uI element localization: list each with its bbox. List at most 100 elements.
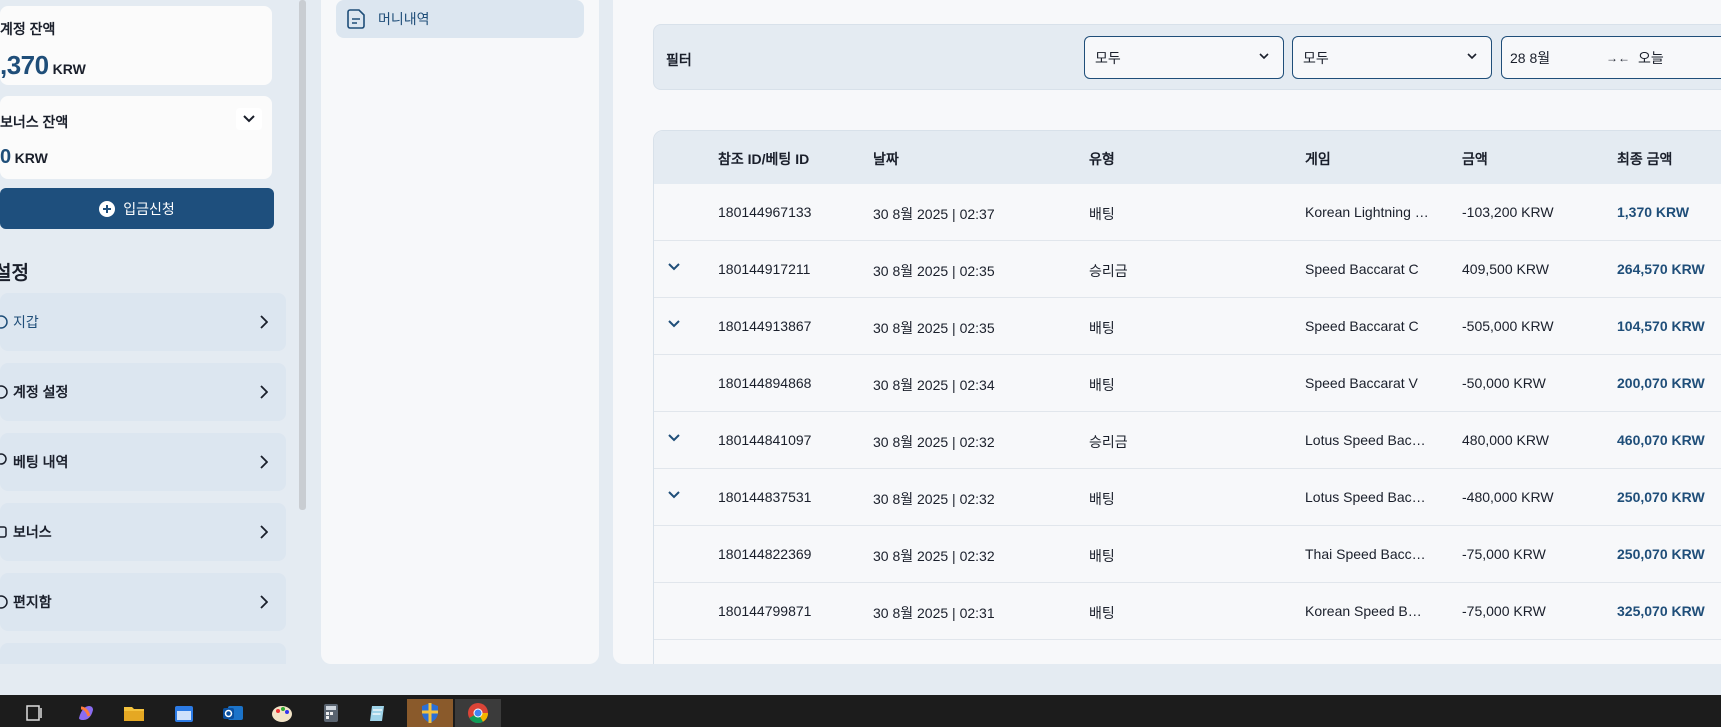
cell-final-amount: 250,070 KRW: [1617, 489, 1705, 505]
calculator-icon[interactable]: [308, 699, 354, 727]
cell-date: 30 8월 2025 | 02:32: [873, 434, 995, 450]
sidebar-item-bonus[interactable]: 보너스: [0, 503, 286, 561]
chrome-icon[interactable]: [455, 699, 501, 727]
sidebar-item-account-settings[interactable]: 계정 설정: [0, 363, 286, 421]
task-view-icon[interactable]: [12, 699, 58, 727]
table-row[interactable]: 180144967133 30 8월 2025 | 02:37 배팅 Korean L…: [654, 184, 1721, 241]
filter-bar: 필터 모두 모두 28 8월 →← 오늘: [653, 24, 1721, 90]
document-icon: [347, 9, 365, 29]
cell-final-amount: 250,070 KRW: [1617, 546, 1705, 562]
cell-final-amount: 1,370 KRW: [1617, 204, 1690, 220]
cell-amount: -505,000 KRW: [1462, 318, 1554, 334]
account-sidebar: 계정 잔액 ,370 KRW 보너스 잔액 0 KRW 입금신청 설정 지갑 계정 …: [0, 0, 286, 664]
money-history-item[interactable]: 머니내역: [336, 0, 584, 38]
table-row[interactable]: 180144913867 30 8월 2025 | 02:35 배팅 Speed Ba…: [654, 298, 1721, 355]
date-range-picker[interactable]: 28 8월 →← 오늘: [1501, 36, 1721, 79]
cell-amount: -480,000 KRW: [1462, 489, 1554, 505]
sidebar-scrollbar[interactable]: [299, 0, 306, 510]
notepad-icon[interactable]: [355, 699, 401, 727]
cell-type: 배팅: [1089, 605, 1115, 621]
filter-select-1[interactable]: 모두: [1084, 36, 1284, 79]
header-game: 게임: [1305, 151, 1331, 167]
cell-ref-id: 180144894868: [718, 375, 812, 391]
balance-value: ,370: [0, 50, 49, 80]
sidebar-item-inbox[interactable]: 편지함: [0, 573, 286, 631]
user-icon: [0, 383, 10, 401]
gift-icon: [0, 523, 10, 541]
cell-game: Speed Baccarat C: [1305, 318, 1419, 334]
sidebar-item-wallet[interactable]: 지갑: [0, 293, 286, 351]
cell-amount: -50,000 KRW: [1462, 375, 1546, 391]
cell-type: 배팅: [1089, 548, 1115, 564]
sidebar-item-label: 보너스: [13, 524, 52, 540]
security-icon[interactable]: [407, 699, 453, 727]
cell-final-amount: 104,570 KRW: [1617, 318, 1705, 334]
cell-final-amount: 325,070 KRW: [1617, 603, 1705, 619]
deposit-button[interactable]: 입금신청: [0, 188, 274, 229]
table-row[interactable]: 180144894868 30 8월 2025 | 02:34 배팅 Speed Ba…: [654, 355, 1721, 412]
cell-game: Korean Speed Baccarat: [1305, 603, 1429, 619]
sidebar-item-label: 베팅 내역: [13, 454, 69, 470]
sidebar-item-label: 지갑: [13, 314, 39, 330]
money-history-panel: 필터 모두 모두 28 8월 →← 오늘 참조 ID/베팅 ID 날짜 유형 게…: [613, 0, 1721, 664]
cell-date: 30 8월 2025 | 02:35: [873, 263, 995, 279]
sidebar-item-bet-history[interactable]: 베팅 내역: [0, 433, 286, 491]
chevron-down-icon[interactable]: [668, 491, 680, 499]
table-row[interactable]: 180144841097 30 8월 2025 | 02:32 승리금 Lotus S…: [654, 412, 1721, 469]
cell-ref-id: 180144822369: [718, 546, 812, 562]
file-explorer-icon[interactable]: [111, 699, 157, 727]
chevron-down-icon: [1259, 53, 1269, 60]
chevron-down-icon[interactable]: [668, 320, 680, 328]
transactions-table: 참조 ID/베팅 ID 날짜 유형 게임 금액 최종 금액 1801449671…: [653, 130, 1721, 664]
windows-taskbar: [0, 695, 1721, 727]
chevron-down-icon: [1467, 53, 1477, 60]
chevron-down-icon[interactable]: [668, 263, 680, 271]
chevron-right-icon: [260, 525, 268, 539]
cell-type: 배팅: [1089, 320, 1115, 336]
cell-ref-id: 180144841097: [718, 432, 812, 448]
cell-date: 30 8월 2025 | 02:37: [873, 206, 995, 222]
select-value: 모두: [1095, 49, 1121, 66]
cell-date: 30 8월 2025 | 02:31: [873, 605, 995, 621]
arrows-inward-icon: →←: [1606, 50, 1630, 65]
cell-date: 30 8월 2025 | 02:32: [873, 491, 995, 507]
cell-game: Lotus Speed Baccarat: [1305, 489, 1429, 505]
money-history-label: 머니내역: [378, 11, 430, 27]
calendar-icon[interactable]: [161, 699, 207, 727]
outlook-icon[interactable]: [210, 699, 256, 727]
chevron-right-icon: [260, 385, 268, 399]
deposit-button-label: 입금신청: [123, 200, 175, 217]
copilot-icon[interactable]: [63, 699, 109, 727]
cell-type: 배팅: [1089, 206, 1115, 222]
history-icon: [0, 453, 10, 471]
sidebar-item-partial[interactable]: [0, 643, 286, 664]
cell-ref-id: 180144967133: [718, 204, 812, 220]
cell-ref-id: 180144799871: [718, 603, 812, 619]
account-balance-card: 계정 잔액 ,370 KRW: [0, 6, 272, 85]
header-final-amount: 최종 금액: [1617, 151, 1673, 167]
table-row[interactable]: 180144837531 30 8월 2025 | 02:32 배팅 Lotus Sp…: [654, 469, 1721, 526]
cell-type: 승리금: [1089, 434, 1128, 450]
table-row[interactable]: 180144917211 30 8월 2025 | 02:35 승리금 Speed B…: [654, 241, 1721, 298]
header-ref-id: 참조 ID/베팅 ID: [718, 151, 810, 167]
paint-icon[interactable]: [259, 699, 305, 727]
plus-circle-icon: [99, 200, 116, 217]
cell-amount: -75,000 KRW: [1462, 603, 1546, 619]
balance-currency: KRW: [52, 61, 86, 77]
date-to: 오늘: [1638, 49, 1664, 66]
filter-select-2[interactable]: 모두: [1292, 36, 1492, 79]
select-value: 모두: [1303, 49, 1329, 66]
chevron-down-icon: [243, 115, 255, 123]
table-row[interactable]: 180144822369 30 8월 2025 | 02:32 배팅 Thai Spe…: [654, 526, 1721, 583]
table-row[interactable]: 180144799871 30 8월 2025 | 02:31 배팅 Korean S…: [654, 583, 1721, 640]
cell-ref-id: 180144837531: [718, 489, 812, 505]
bonus-expand-button[interactable]: [236, 108, 262, 130]
cell-type: 배팅: [1089, 377, 1115, 393]
wallet-icon: [0, 313, 10, 331]
cell-game: Korean Lightning Baccarat: [1305, 204, 1429, 220]
cell-amount: -103,200 KRW: [1462, 204, 1554, 220]
chevron-down-icon[interactable]: [668, 434, 680, 442]
cell-ref-id: 180144917211: [718, 261, 811, 277]
filter-label: 필터: [666, 52, 692, 68]
cell-date: 30 8월 2025 | 02:32: [873, 548, 995, 564]
